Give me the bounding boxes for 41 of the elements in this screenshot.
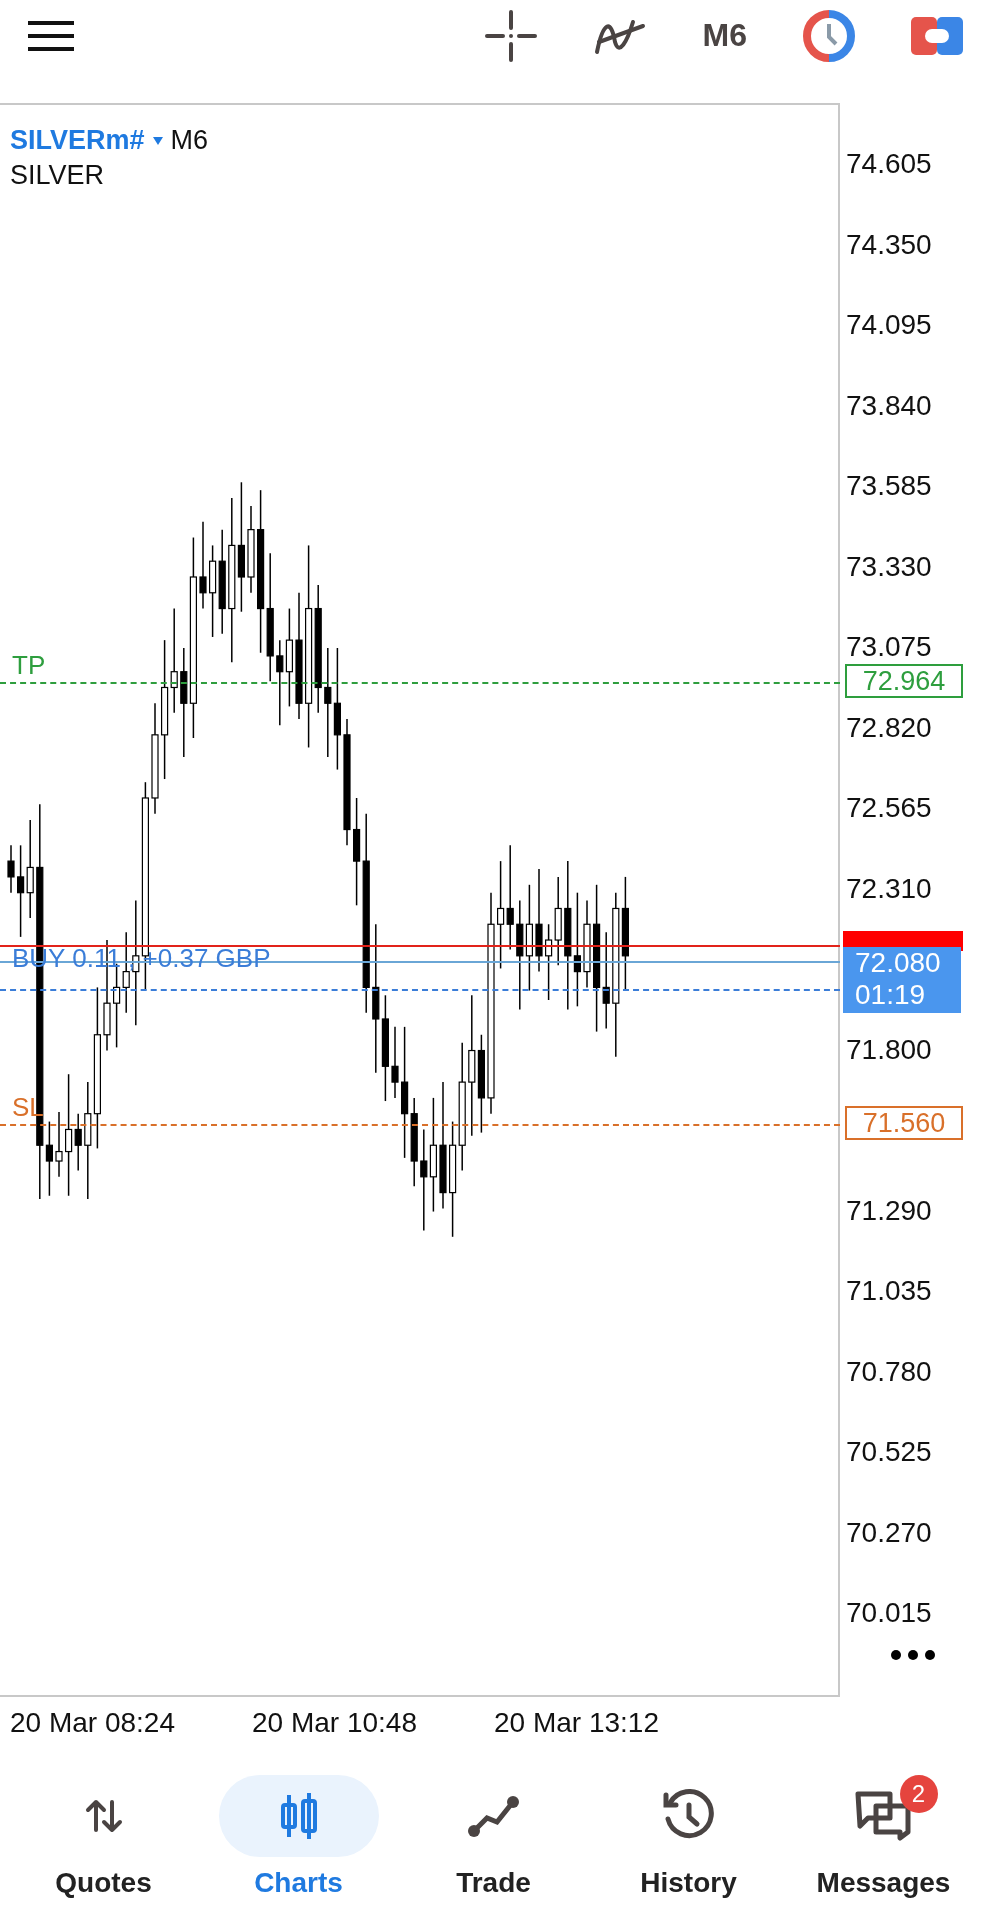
price-label: 73.075 <box>846 631 932 663</box>
price-label: 74.350 <box>846 228 932 261</box>
price-label: 73.330 <box>846 550 932 583</box>
dropdown-icon[interactable] <box>152 136 163 145</box>
price-label: 70.015 <box>846 1597 932 1629</box>
price-label: 74.095 <box>846 309 932 341</box>
menu-icon[interactable] <box>28 19 74 52</box>
price-label: 72.565 <box>846 792 932 824</box>
price-label: 73.840 <box>846 389 932 422</box>
price-tag: 72.964 <box>845 664 963 698</box>
timeframe-button[interactable]: M6 <box>702 17 747 54</box>
crosshair-icon[interactable] <box>484 9 537 62</box>
symbol-description: SILVER <box>10 160 106 191</box>
price-tag: 71.560 <box>845 1106 963 1140</box>
symbol-name[interactable]: SILVERm# <box>10 125 145 156</box>
nav-tab[interactable]: Trade <box>398 1774 589 1899</box>
price-label: 71.290 <box>846 1194 932 1227</box>
price-label: 70.270 <box>846 1516 932 1549</box>
bar-countdown: 01:19 <box>855 979 927 1011</box>
price-label: 70.525 <box>846 1436 932 1468</box>
chart-timeframe: M6 <box>170 125 209 156</box>
nav-tab[interactable]: Quotes <box>8 1774 199 1899</box>
price-label: 71.800 <box>846 1033 932 1066</box>
clock-icon[interactable] <box>803 9 855 62</box>
notification-count: 2 <box>899 1774 938 1813</box>
bid-price: 72.080 <box>855 947 942 979</box>
price-label: 73.585 <box>846 470 932 502</box>
nav-tab[interactable]: History <box>593 1774 784 1899</box>
toggle-icon[interactable] <box>911 16 963 55</box>
price-label: 72.310 <box>846 872 932 905</box>
line-chart-icon <box>466 1793 521 1838</box>
price-label: 74.605 <box>846 148 932 180</box>
nav-tab[interactable]: 2 Messages <box>788 1774 979 1899</box>
more-icon[interactable] <box>890 1649 936 1661</box>
time-label: 20 Mar 08:24 <box>9 1707 176 1739</box>
level-label: TP <box>12 650 46 681</box>
price-label: 72.820 <box>846 711 932 744</box>
price-label: 71.035 <box>846 1275 932 1307</box>
price-label: 70.780 <box>846 1355 932 1388</box>
time-label: 20 Mar 13:12 <box>493 1707 660 1739</box>
time-label: 20 Mar 10:48 <box>251 1707 418 1739</box>
